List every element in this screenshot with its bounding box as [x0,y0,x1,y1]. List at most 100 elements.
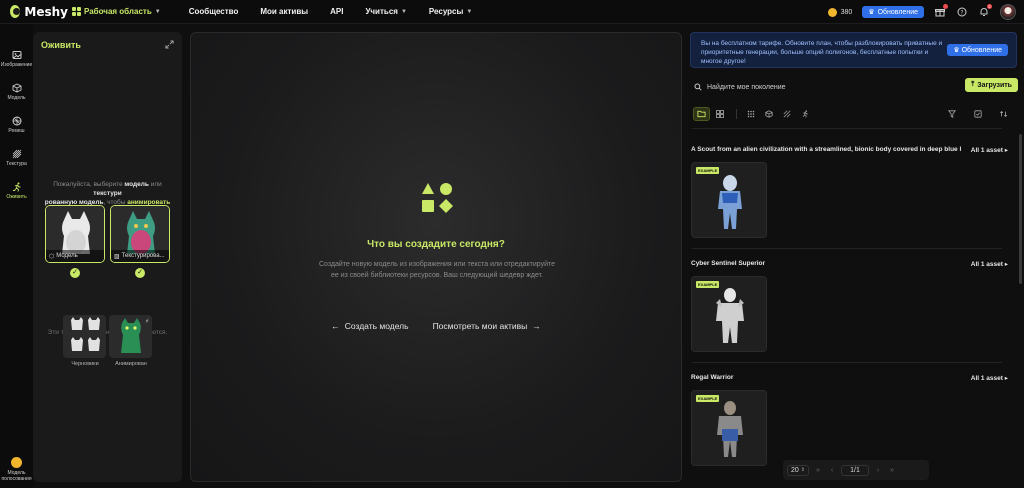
rail-item-animate[interactable]: Оживить [0,174,33,207]
rail-item-label: Ремеш [8,127,25,134]
workspace-icon [72,7,81,16]
svg-text:?: ? [960,9,963,16]
credits-display[interactable]: 380 [827,7,852,17]
list-divider [692,128,1002,129]
bell-icon[interactable]: 2 [978,4,992,18]
asset-group-count[interactable]: All 1 asset ▸ [971,146,1008,154]
nav-community-label: Сообщество [188,7,239,16]
all-types-icon[interactable] [743,108,758,120]
asset-thumbnail[interactable]: EXAMPLE [691,390,767,466]
page-size-select[interactable]: 20 ⇕ [787,464,809,476]
crown-icon: ♛ [868,9,875,16]
folder-view-icon[interactable] [693,107,710,121]
top-right-controls: 380 ♛ Обновление ? 2 [827,0,1016,24]
next-page-icon[interactable]: › [873,467,883,474]
nav-resources[interactable]: Ресурсы ▼ [429,7,472,16]
asset-group-title[interactable]: Cyber Sentinel Superior [691,260,961,267]
chevron-right-icon: ▸ [1004,147,1008,154]
nav-my-assets[interactable]: Мои активы [260,7,308,16]
cyber-sentinel-thumbnail [692,277,766,351]
nav-workspace[interactable]: Рабочая область ▼ [72,7,161,16]
asset-thumbnail[interactable]: EXAMPLE [691,162,767,238]
nav-resources-label: Ресурсы [428,7,464,16]
page-indicator[interactable]: 1/1 [841,464,869,476]
select-checkbox-icon[interactable] [970,108,985,120]
asset-thumbnail[interactable]: EXAMPLE [691,276,767,352]
create-model-link[interactable]: ← Создать модель [331,321,408,331]
top-bar: Meshy Рабочая область ▼ Сообщество Мои а… [0,0,1024,24]
model-type-card-textured[interactable]: ▨ Текстурирова... [110,205,170,263]
shapes-icon [422,183,453,213]
texture-icon: ▨ [114,253,120,260]
chevron-down-icon: ▼ [400,8,407,15]
nav-community[interactable]: Сообщество [189,7,239,16]
gift-icon[interactable] [934,4,948,18]
filter-divider [736,109,737,119]
upload-button[interactable]: ⤒ Загрузить [965,78,1018,92]
upgrade-button[interactable]: ♛ Обновление [862,6,924,18]
expand-icon[interactable] [165,40,174,49]
rail-item-remesh[interactable]: Ремеш [0,108,33,141]
cube-icon: ⬡ [49,253,55,260]
nav-api-label: API [330,7,344,16]
brand-name: Meshy [24,4,68,19]
unsupported-card-draft [63,315,106,358]
asset-group-count[interactable]: All 1 asset ▸ [971,260,1008,268]
view-assets-link[interactable]: Посмотреть мои активы → [433,321,541,331]
grid-view-icon[interactable] [712,108,727,120]
pagination: 20 ⇕ « ‹ 1/1 › » [783,460,929,480]
upgrade-label: Обновление [877,8,918,16]
nav-learn[interactable]: Учиться ▼ [365,7,406,16]
rail-item-image[interactable]: Изображение [0,42,33,75]
gift-badge [943,4,948,9]
filter-icon[interactable] [944,108,959,120]
cube-filter-icon[interactable] [761,108,776,120]
rail-bottom-item[interactable]: Модель полосования [0,457,33,482]
unsupported-label-draft: Черновики [71,361,99,367]
prev-page-icon[interactable]: ‹ [827,467,837,474]
nav-learn-label: Учиться [365,7,398,16]
first-page-icon[interactable]: « [813,467,823,474]
nav-api[interactable]: API [330,7,343,16]
asset-group-count[interactable]: All 1 asset ▸ [971,374,1008,382]
last-page-icon[interactable]: » [887,467,897,474]
search-placeholder: Найдите мое поколение [707,83,786,91]
animation-filter-icon[interactable] [797,108,812,120]
filter-bar [693,107,1014,121]
svg-text:⚡: ⚡ [145,318,149,325]
center-title: Что вы создадите сегодня? [367,239,505,250]
regal-warrior-thumbnail [692,391,766,465]
image-icon [12,50,21,59]
check-icon: ✓ [135,268,145,278]
list-divider [692,362,1002,363]
main-nav: Рабочая область ▼ Сообщество Мои активы … [72,7,494,16]
create-model-label: Создать модель [344,321,409,331]
animated-model-image: ⚡ [109,315,152,358]
user-avatar[interactable] [1000,4,1016,20]
draft-models-image [63,315,106,358]
example-badge: EXAMPLE [696,281,720,288]
sort-icon[interactable] [996,108,1011,120]
model-type-card-model[interactable]: ⬡ Модель [45,205,105,263]
panel-title: Оживить [41,40,81,50]
nav-my-assets-label: Мои активы [260,7,309,16]
rail-item-texture[interactable]: Текстура [0,141,33,174]
scrollbar[interactable] [1019,134,1022,284]
help-icon[interactable]: ? [956,6,968,18]
asset-group-title[interactable]: Regal Warrior [691,374,961,381]
unsupported-card-animated: ⚡ [109,315,152,358]
texture-filter-icon[interactable] [779,108,794,120]
chevron-right-icon: ▸ [1004,261,1008,268]
rail-item-label: Текстура [6,160,27,167]
arrow-left-icon: ← [331,321,340,331]
center-description: Создайте новую модель из изображения или… [318,261,556,279]
rail-item-model[interactable]: Модель [0,75,33,108]
brand-logo[interactable]: Meshy [10,5,68,19]
asset-group-title[interactable]: A Scout from an alien civilization with … [691,146,961,153]
assets-panel: Вы на бесплатном тарифе. Обновите план, … [686,24,1024,488]
free-plan-banner: Вы на бесплатном тарифе. Обновите план, … [690,32,1017,68]
banner-upgrade-button[interactable]: ♛ Обновление [947,44,1008,56]
upload-label: Загрузить [977,81,1012,89]
search-field[interactable]: Найдите мое поколение [694,80,954,94]
search-icon [694,83,702,91]
